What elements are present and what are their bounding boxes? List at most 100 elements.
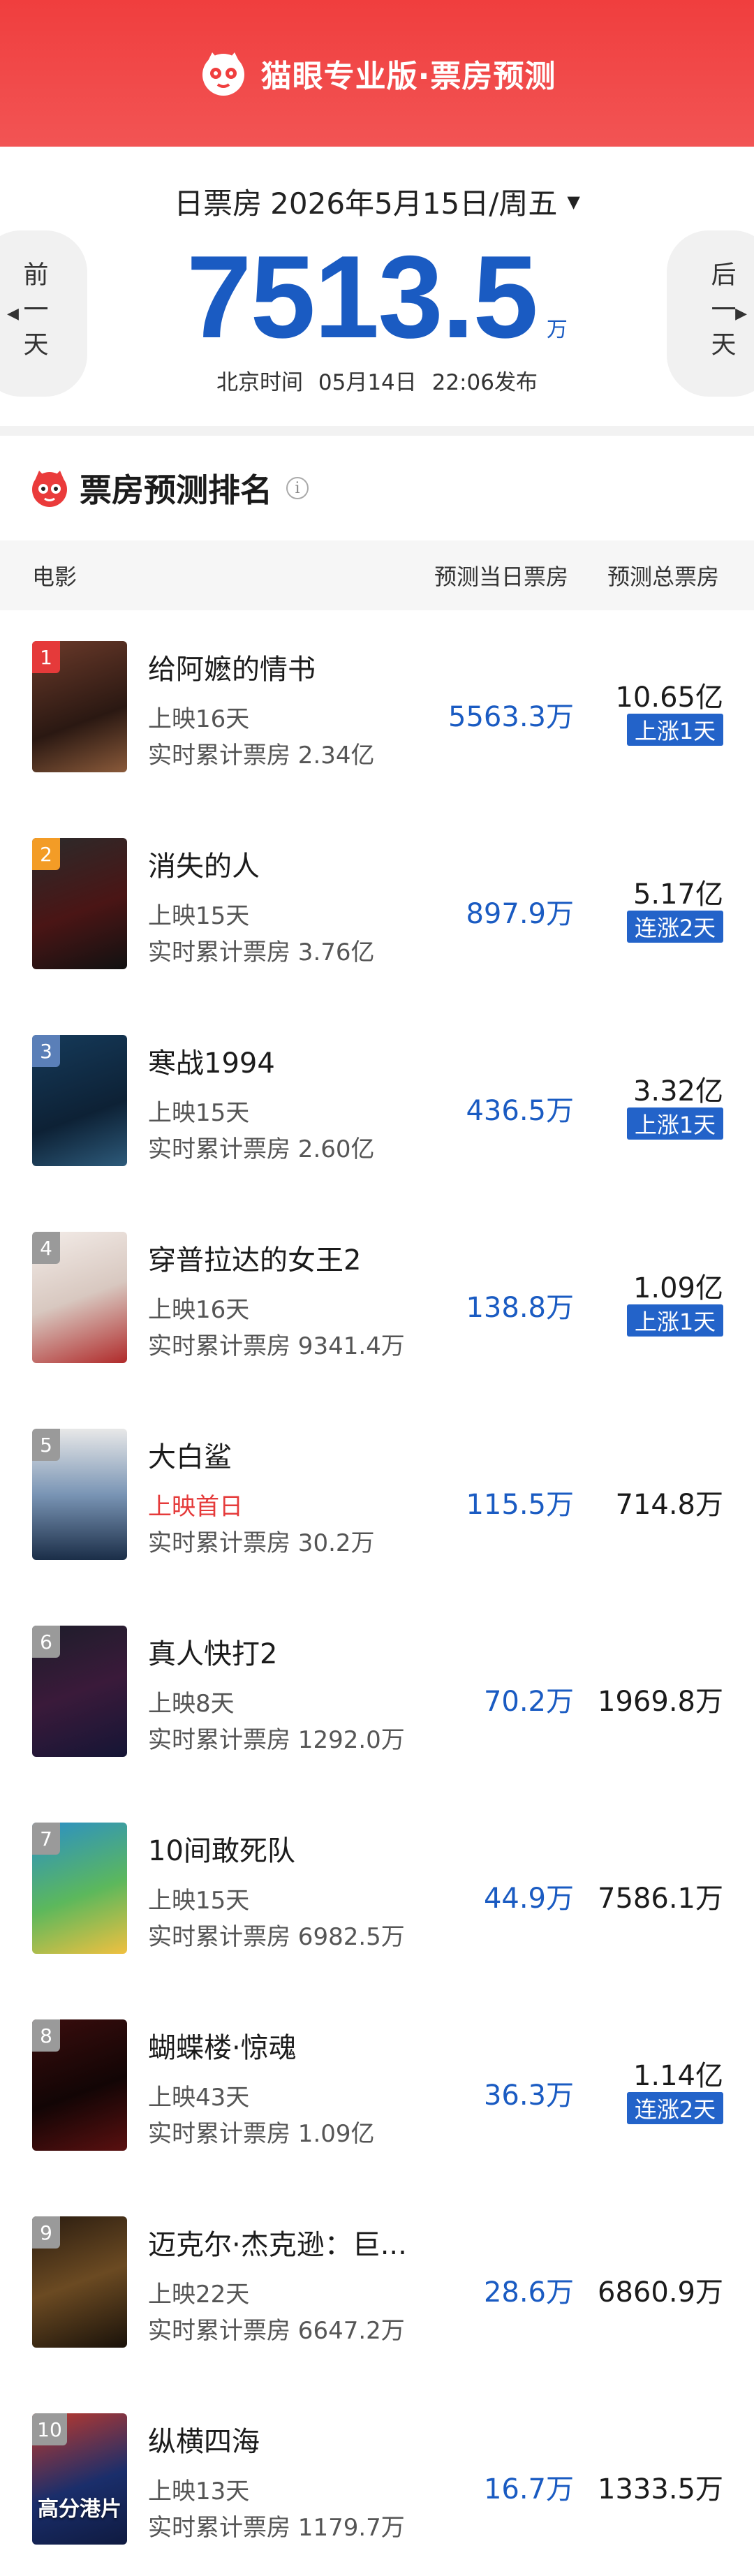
predicted-total-box-office: 1333.5万 (598, 2473, 723, 2505)
movie-row[interactable]: 2 消失的人 上映15天 实时累计票房 3.76亿 897.9万 5.17亿 连… (0, 807, 754, 1004)
movie-name: 迈克尔·杰克逊：巨... (148, 2229, 407, 2261)
publish-date: 05月14日 (318, 370, 417, 395)
movie-poster: 9 (32, 2216, 127, 2348)
predicted-total-box-office: 1969.8万 (598, 1686, 723, 1718)
prev-day-button[interactable]: ◀ 前一天 (0, 230, 87, 397)
predicted-day-box-office: 138.8万 (466, 1292, 574, 1324)
movie-row[interactable]: 8 蝴蝶楼·惊魂 上映43天 实时累计票房 1.09亿 36.3万 1.14亿 … (0, 1989, 754, 2186)
movie-cumulative: 实时累计票房 1.09亿 (148, 2120, 375, 2148)
caret-down-icon: ▼ (567, 191, 580, 212)
movie-cumulative: 实时累计票房 9341.4万 (148, 1332, 405, 1360)
predicted-day-box-office: 897.9万 (466, 898, 574, 930)
movie-name: 消失的人 (148, 851, 260, 883)
movie-name: 给阿嬷的情书 (148, 654, 316, 686)
movie-row[interactable]: 7 10间敢死队 上映15天 实时累计票房 6982.5万 44.9万 7586… (0, 1792, 754, 1989)
trend-badge: 上涨1天 (627, 1107, 723, 1140)
movie-days: 上映首日 (148, 1493, 243, 1521)
date-label: 日票房 (174, 186, 263, 221)
movie-cumulative: 实时累计票房 1292.0万 (148, 1726, 405, 1754)
movie-poster: 7 (32, 1823, 127, 1954)
total-box-office: 7513.5 万 (0, 231, 754, 362)
movie-row[interactable]: 1 给阿嬷的情书 上映16天 实时累计票房 2.34亿 5563.3万 10.6… (0, 610, 754, 807)
poster-title: 高分港片 (38, 2497, 121, 2522)
brand-title: 猫眼专业版·票房预测 (260, 59, 556, 94)
predicted-total-box-office: 6860.9万 (598, 2276, 723, 2309)
publish-time: 22:06发布 (431, 370, 538, 395)
movie-row[interactable]: 4 穿普拉达的女王2 上映16天 实时累计票房 9341.4万 138.8万 1… (0, 1201, 754, 1398)
movie-days: 上映13天 (148, 2478, 250, 2505)
predicted-day-box-office: 115.5万 (466, 1489, 574, 1521)
maoyan-cat-icon (32, 471, 67, 507)
column-day-box-office: 预测当日票房 (434, 564, 569, 590)
predicted-day-box-office: 44.9万 (483, 1883, 574, 1915)
movie-poster: 5 (32, 1429, 127, 1560)
rank-badge: 2 (32, 838, 60, 870)
movie-row[interactable]: 9 迈克尔·杰克逊：巨... 上映22天 实时累计票房 6647.2万 28.6… (0, 2186, 754, 2383)
movie-poster: 4 (32, 1232, 127, 1363)
movie-name: 真人快打2 (148, 1638, 278, 1670)
info-icon[interactable]: i (286, 477, 309, 499)
movie-days: 上映15天 (148, 902, 250, 930)
movie-days: 上映22天 (148, 2281, 250, 2309)
movie-poster: 2 (32, 838, 127, 969)
rank-badge: 3 (32, 1035, 60, 1067)
next-day-label: 后一天 (707, 261, 736, 366)
rank-badge: 7 (32, 1823, 60, 1855)
rank-badge: 5 (32, 1429, 60, 1461)
movie-days: 上映16天 (148, 705, 250, 733)
movie-poster: 3 (32, 1035, 127, 1166)
rank-badge: 9 (32, 2216, 60, 2249)
section-header: 票房预测排名 i (0, 436, 754, 540)
ranking-list: 1 给阿嬷的情书 上映16天 实时累计票房 2.34亿 5563.3万 10.6… (0, 610, 754, 2576)
predicted-total-box-office: 10.65亿 (615, 682, 723, 714)
publish-info: 北京时间 05月14日 22:06发布 (0, 365, 754, 396)
movie-row[interactable]: 3 寒战1994 上映15天 实时累计票房 2.60亿 436.5万 3.32亿… (0, 1004, 754, 1201)
predicted-day-box-office: 5563.3万 (448, 701, 574, 733)
predicted-day-box-office: 16.7万 (483, 2473, 574, 2505)
predicted-total-box-office: 714.8万 (615, 1489, 723, 1521)
movie-poster: 6 (32, 1626, 127, 1757)
movie-poster: 1 (32, 641, 127, 772)
movie-name: 10间敢死队 (148, 1835, 295, 1867)
predicted-total-box-office: 7586.1万 (598, 1883, 723, 1915)
rank-badge: 10 (32, 2413, 67, 2445)
total-value: 7513.5 (186, 231, 538, 362)
trend-badge: 上涨1天 (627, 1304, 723, 1337)
movie-days: 上映8天 (148, 1690, 235, 1718)
movie-cumulative: 实时累计票房 30.2万 (148, 1529, 375, 1557)
app-header: 猫眼专业版·票房预测 (0, 0, 754, 147)
movie-cumulative: 实时累计票房 2.34亿 (148, 742, 375, 770)
movie-days: 上映16天 (148, 1296, 250, 1324)
daily-summary: 日票房 2026年5月15日/周五 ▼ 7513.5 万 北京时间 05月14日… (0, 147, 754, 426)
movie-cumulative: 实时累计票房 2.60亿 (148, 1135, 375, 1163)
movie-poster: 8 (32, 2019, 127, 2151)
rank-badge: 1 (32, 641, 60, 673)
movie-cumulative: 实时累计票房 1179.7万 (148, 2514, 405, 2542)
movie-cumulative: 实时累计票房 6982.5万 (148, 1923, 405, 1951)
date-selector[interactable]: 日票房 2026年5月15日/周五 ▼ (0, 180, 754, 223)
movie-days: 上映15天 (148, 1887, 250, 1915)
publish-prefix: 北京时间 (216, 370, 304, 395)
maoyan-cat-logo-icon (202, 52, 244, 96)
movie-row[interactable]: 10 高分港片 纵横四海 上映13天 实时累计票房 1179.7万 16.7万 … (0, 2383, 754, 2576)
predicted-day-box-office: 28.6万 (483, 2276, 574, 2309)
predicted-total-box-office: 1.09亿 (633, 1272, 723, 1304)
column-total-box-office: 预测总票房 (607, 564, 720, 590)
movie-row[interactable]: 6 真人快打2 上映8天 实时累计票房 1292.0万 70.2万 1969.8… (0, 1595, 754, 1792)
column-movie: 电影 (32, 564, 77, 590)
section-title: 票房预测排名 (80, 471, 272, 509)
predicted-day-box-office: 436.5万 (466, 1095, 574, 1127)
movie-row[interactable]: 5 大白鲨 上映首日 实时累计票房 30.2万 115.5万 714.8万 (0, 1398, 754, 1595)
next-day-button[interactable]: 后一天 ▶ (667, 230, 754, 397)
date-value: 2026年5月15日/周五 (270, 186, 558, 221)
movie-name: 大白鲨 (148, 1441, 232, 1473)
predicted-total-box-office: 1.14亿 (633, 2060, 723, 2092)
table-header: 电影 预测当日票房 预测总票房 (0, 540, 754, 610)
movie-name: 蝴蝶楼·惊魂 (148, 2032, 297, 2064)
arrow-left-icon: ◀ (7, 304, 19, 323)
movie-poster: 10 高分港片 (32, 2413, 127, 2545)
movie-name: 寒战1994 (148, 1047, 275, 1080)
movie-days: 上映15天 (148, 1099, 250, 1127)
trend-badge: 上涨1天 (627, 714, 723, 746)
predicted-day-box-office: 70.2万 (483, 1686, 574, 1718)
